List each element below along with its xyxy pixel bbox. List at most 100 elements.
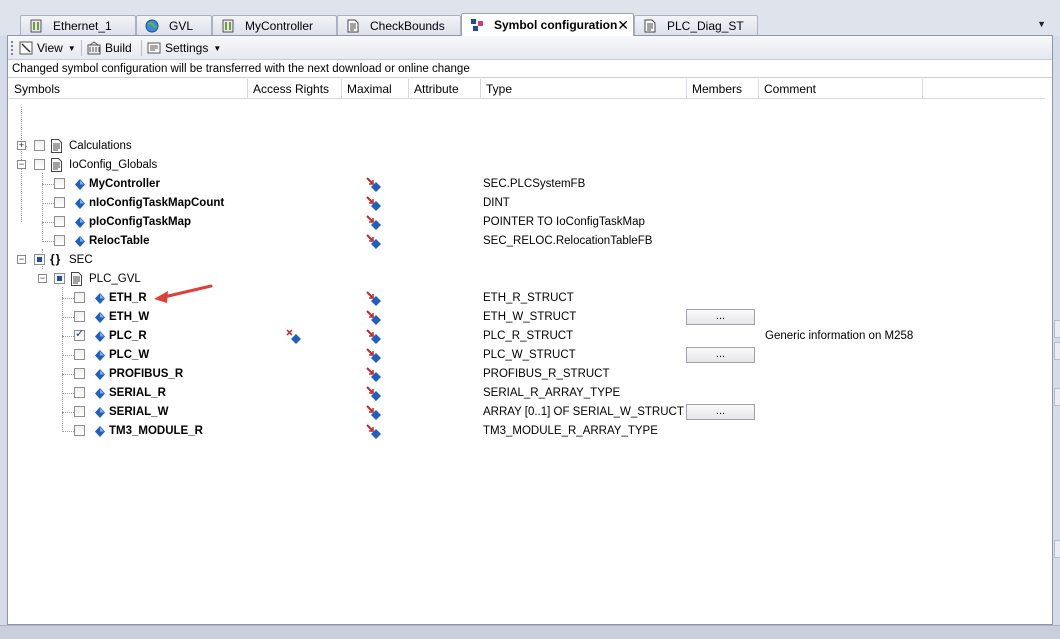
symbol-name: RelocTable (89, 235, 150, 247)
symbol-checkbox[interactable] (74, 292, 85, 303)
symbol-checkbox[interactable] (74, 327, 85, 341)
device-icon (30, 19, 42, 32)
read-write-icon (366, 234, 381, 249)
tree-guide-line (42, 184, 54, 185)
symbol-name: IoConfig_Globals (69, 159, 158, 171)
members-button[interactable]: ... (686, 404, 755, 420)
symbol-checkbox[interactable] (54, 216, 65, 227)
symbol-checkbox[interactable] (54, 178, 65, 189)
tree-guide-line (62, 431, 74, 432)
table-row[interactable]: PROFIBUS_R PROFIBUS_R_STRUCT (9, 365, 1045, 384)
view-button[interactable]: View ▼ (19, 39, 76, 57)
tab-label: Symbol configuration (494, 18, 618, 32)
table-row[interactable]: nIoConfigTaskMapCount DINT (9, 194, 1045, 213)
tree-guide-line (42, 203, 54, 204)
side-panel-tab[interactable] (1054, 342, 1060, 360)
side-panel-tab[interactable] (1054, 388, 1060, 406)
symbol-name: Calculations (69, 140, 132, 152)
device-icon (222, 19, 234, 32)
column-header-symbols[interactable]: Symbols (9, 79, 248, 99)
symbol-checkbox[interactable] (34, 254, 45, 265)
tab-list-dropdown-icon[interactable]: ▼ (1037, 19, 1046, 29)
symbol-checkbox[interactable] (34, 159, 45, 170)
read-write-icon (366, 177, 381, 192)
table-row[interactable]: PLC_R PLC_R_STRUCT Generic information o… (9, 327, 1045, 346)
symbol-checkbox[interactable] (54, 235, 65, 246)
tree-guide-line (42, 241, 54, 242)
table-row[interactable]: pIoConfigTaskMap POINTER TO IoConfigTask… (9, 213, 1045, 232)
symbol-checkbox[interactable] (74, 368, 85, 379)
read-access-icon[interactable] (286, 329, 302, 344)
column-header-type[interactable]: Type (481, 79, 687, 99)
read-write-icon (366, 386, 381, 401)
build-button[interactable]: Build (87, 39, 132, 57)
side-panel-tab[interactable] (1054, 320, 1060, 338)
tab-gvl[interactable]: GVL (136, 15, 212, 35)
symbol-checkbox[interactable] (74, 387, 85, 398)
status-strip (0, 625, 1060, 639)
members-button[interactable]: ... (686, 309, 755, 325)
document-icon (71, 272, 82, 286)
table-row[interactable]: SERIAL_R SERIAL_R_ARRAY_TYPE (9, 384, 1045, 403)
column-header-comment[interactable]: Comment (759, 79, 923, 99)
tab-ethernet-1[interactable]: Ethernet_1 (20, 15, 136, 35)
symbol-type: SEC_RELOC.RelocationTableFB (483, 235, 653, 247)
tab-checkbounds[interactable]: CheckBounds (337, 15, 461, 35)
symbols-grid: Symbols Access Rights Maximal Attribute … (9, 79, 1045, 624)
column-header-attribute[interactable]: Attribute (409, 79, 481, 99)
document-icon (347, 19, 359, 32)
table-row[interactable]: TM3_MODULE_R TM3_MODULE_R_ARRAY_TYPE (9, 422, 1045, 441)
table-row[interactable]: RelocTable SEC_RELOC.RelocationTableFB (9, 232, 1045, 251)
table-row[interactable]: − {} SEC (9, 251, 1045, 270)
symbol-name: TM3_MODULE_R (109, 425, 203, 437)
symbol-checkbox[interactable] (54, 197, 65, 208)
build-label: Build (105, 41, 132, 55)
symbol-type: PLC_R_STRUCT (483, 330, 574, 342)
tab-plc-diag-st[interactable]: PLC_Diag_ST (634, 15, 758, 35)
table-row[interactable]: − IoConfig_Globals (9, 156, 1045, 175)
column-header-access-rights[interactable]: Access Rights (248, 79, 342, 99)
collapse-icon[interactable]: − (38, 274, 47, 283)
variable-icon (95, 293, 105, 304)
close-icon[interactable]: ✕ (617, 17, 629, 34)
symbol-checkbox[interactable] (74, 311, 85, 322)
symbol-name: SERIAL_R (109, 387, 166, 399)
settings-button[interactable]: Settings ▼ (147, 39, 221, 57)
table-row[interactable]: PLC_W PLC_W_STRUCT ... (9, 346, 1045, 365)
info-message: Changed symbol configuration will be tra… (8, 61, 1052, 78)
variable-icon (75, 198, 85, 209)
symbol-checkbox[interactable] (54, 273, 65, 284)
settings-icon (147, 42, 161, 54)
side-panel-tab[interactable] (1054, 540, 1060, 558)
symbol-type: ETH_W_STRUCT (483, 311, 577, 323)
grid-header: Symbols Access Rights Maximal Attribute … (9, 79, 1045, 99)
table-row[interactable]: ETH_W ETH_W_STRUCT ... (9, 308, 1045, 327)
toolbar-grip[interactable] (11, 41, 13, 55)
namespace-icon: {} (50, 252, 62, 266)
tree-guide-line (62, 374, 74, 375)
table-row[interactable]: SERIAL_W ARRAY [0..1] OF SERIAL_W_STRUCT… (9, 403, 1045, 422)
symbol-configuration-editor: View ▼ Build Settings ▼ Changed symbol c… (7, 35, 1053, 625)
tree-guide-line (62, 355, 74, 356)
column-header-maximal[interactable]: Maximal (342, 79, 409, 99)
table-row[interactable]: MyController SEC.PLCSystemFB (9, 175, 1045, 194)
symbol-checkbox[interactable] (74, 349, 85, 360)
build-icon (87, 41, 101, 55)
expand-icon[interactable]: + (17, 141, 26, 150)
collapse-icon[interactable]: − (17, 255, 26, 264)
tab-mycontroller[interactable]: MyController (212, 15, 337, 35)
tree-guide-line (62, 393, 74, 394)
collapse-icon[interactable]: − (17, 160, 26, 169)
symbol-name: ETH_W (109, 311, 150, 323)
symbol-checkbox[interactable] (74, 425, 85, 436)
read-write-icon (366, 215, 381, 230)
symbol-checkbox[interactable] (34, 140, 45, 151)
editor-tab-strip: Ethernet_1 GVL MyController CheckBounds … (0, 0, 1060, 36)
tab-symbol-configuration[interactable]: Symbol configuration ✕ (461, 13, 634, 36)
symbol-name: PLC_W (109, 349, 150, 361)
members-button[interactable]: ... (686, 347, 755, 363)
column-header-members[interactable]: Members (687, 79, 759, 99)
read-write-icon (366, 291, 381, 306)
table-row[interactable]: + Calculations (9, 137, 1045, 156)
symbol-checkbox[interactable] (74, 406, 85, 417)
